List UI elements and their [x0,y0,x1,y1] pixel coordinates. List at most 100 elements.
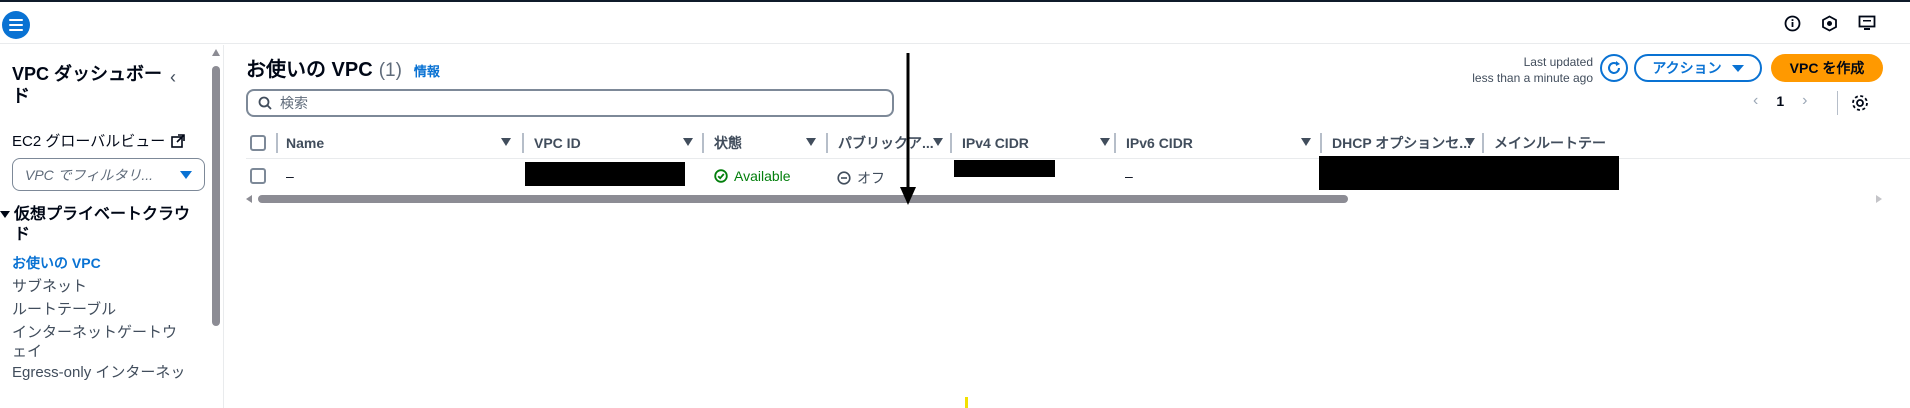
scroll-up-arrow-icon[interactable] [212,49,220,56]
column-separator[interactable] [276,133,278,153]
chevron-left-icon[interactable]: ‹ [170,67,176,88]
table-horizontal-scrollbar[interactable] [246,192,1886,206]
sidebar-item-subnets[interactable]: サブネット [12,277,187,296]
column-header-label: IPv6 CIDR [1126,135,1193,151]
info-link[interactable]: 情報 [414,61,440,80]
vpc-filter-select[interactable]: VPC でフィルタリ... [12,158,205,191]
sort-caret-icon[interactable] [1301,133,1311,153]
table-header: Name VPC ID 状態 パブリックア... IPv4 CIDR IPv6 … [246,127,1910,159]
current-page-number[interactable]: 1 [1776,93,1784,109]
last-updated: Last updated less than a minute ago [1463,54,1593,86]
search-input[interactable]: 検索 [246,89,894,117]
row-checkbox[interactable] [250,168,266,184]
column-separator[interactable] [1114,133,1116,153]
search-icon [258,96,272,110]
previous-page-icon[interactable]: ‹ [1753,92,1758,110]
sort-caret-icon[interactable] [1465,133,1475,153]
column-header-label: VPC ID [534,135,581,151]
vpc-count: (1) [378,60,402,81]
side-navigation: VPC ダッシュボード ‹ EC2 グローバルビュー VPC でフィルタリ...… [0,45,224,408]
search-placeholder: 検索 [280,95,308,111]
sort-caret-icon[interactable] [1100,133,1110,153]
cell-state: Available [714,168,791,184]
sidebar-item-egress-only-gateways[interactable]: Egress-only インターネッ [12,363,187,382]
redacted-dhcp-and-route-table [1319,156,1619,190]
sidebar-scroll-thumb[interactable] [212,66,220,326]
sidebar-link-ec2-global-view[interactable]: EC2 グローバルビュー [12,130,186,151]
cell-public-access: オフ [837,168,885,188]
scroll-right-arrow-icon[interactable] [1876,195,1882,203]
column-header-ipv6-cidr[interactable]: IPv6 CIDR [1126,133,1193,153]
status-available-icon [714,169,728,183]
page-header: お使いの VPC (1) 情報 [246,53,440,82]
column-header-main-route-table[interactable]: メインルートテー [1494,133,1606,153]
column-header-vpc-id[interactable]: VPC ID [534,133,581,153]
sidebar-item-your-vpcs[interactable]: お使いの VPC [12,254,187,273]
sort-caret-icon[interactable] [806,133,816,153]
redacted-vpc-id [525,162,685,186]
sidebar-scrollbar[interactable] [210,49,222,408]
status-text: Available [734,168,791,184]
table-row[interactable]: – Available オフ – [246,156,1910,196]
annotation-arrow [900,53,916,205]
column-header-label: メインルートテー [1494,135,1606,151]
horizontal-scroll-thumb[interactable] [258,195,1348,203]
pagination: ‹ 1 › [1753,92,1807,110]
redacted-ipv4-cidr [954,160,1055,177]
sidebar-section-vpc[interactable]: 仮想プライベートクラウド [0,205,190,245]
column-header-state[interactable]: 状態 [714,133,742,153]
column-header-label: DHCP オプションセ... [1332,135,1471,151]
sort-caret-icon[interactable] [501,133,511,153]
column-header-label: IPv4 CIDR [962,135,1029,151]
create-vpc-button[interactable]: VPC を作成 [1771,54,1883,82]
top-navigation-bar [0,2,1910,44]
hamburger-menu-icon[interactable] [2,11,30,39]
column-header-dhcp-options[interactable]: DHCP オプションセ... [1332,133,1471,153]
column-separator[interactable] [702,133,704,153]
column-header-ipv4-cidr[interactable]: IPv4 CIDR [962,133,1029,153]
sidebar-item-internet-gateways[interactable]: インターネットゲートウェイ [12,323,187,361]
public-access-text: オフ [857,170,885,186]
cell-name: – [286,168,294,184]
yellow-cursor-mark [965,397,968,408]
cell-ipv6-cidr: – [1125,168,1133,184]
scroll-left-arrow-icon[interactable] [246,195,252,203]
column-separator[interactable] [522,133,524,153]
sidebar-title: VPC ダッシュボード [12,64,163,106]
info-circle-icon[interactable] [1783,14,1802,33]
column-header-public-access[interactable]: パブリックア... [838,133,934,153]
top-utility-icons [1783,14,1876,33]
refresh-button[interactable] [1600,54,1628,82]
page-title: お使いの VPC [246,59,373,81]
column-header-name[interactable]: Name [286,133,324,153]
refresh-icon [1608,61,1620,74]
sidebar-section-title: 仮想プライベートクラウド [14,206,191,243]
sidebar-item-route-tables[interactable]: ルートテーブル [12,300,187,319]
notifications-icon[interactable] [1820,14,1839,33]
column-separator[interactable] [1320,133,1322,153]
status-stopped-icon [837,171,851,185]
sort-caret-icon[interactable] [933,133,943,153]
column-separator[interactable] [1482,133,1484,153]
vpc-table: Name VPC ID 状態 パブリックア... IPv4 CIDR IPv6 … [246,127,1910,197]
actions-dropdown-button[interactable]: アクション [1634,54,1762,82]
column-header-label: Name [286,135,325,151]
last-updated-label: Last updated [1523,55,1593,69]
column-separator[interactable] [826,133,828,153]
last-updated-value: less than a minute ago [1472,71,1593,85]
select-all-checkbox[interactable] [250,135,266,151]
column-header-label: パブリックア... [838,135,934,151]
feedback-screen-icon[interactable] [1857,14,1876,33]
actions-button-label: アクション [1652,60,1722,76]
external-link-icon [171,133,186,148]
caret-down-icon [180,171,192,179]
column-header-label: 状態 [714,135,742,151]
caret-down-icon [0,211,10,218]
sidebar-link-label: EC2 グローバルビュー [12,133,166,150]
column-separator[interactable] [950,133,952,153]
gear-icon[interactable] [1850,93,1870,113]
sort-caret-icon[interactable] [683,133,693,153]
vpc-filter-placeholder: VPC でフィルタリ... [25,166,154,183]
pagination-divider [1837,91,1838,115]
next-page-icon[interactable]: › [1802,92,1807,110]
